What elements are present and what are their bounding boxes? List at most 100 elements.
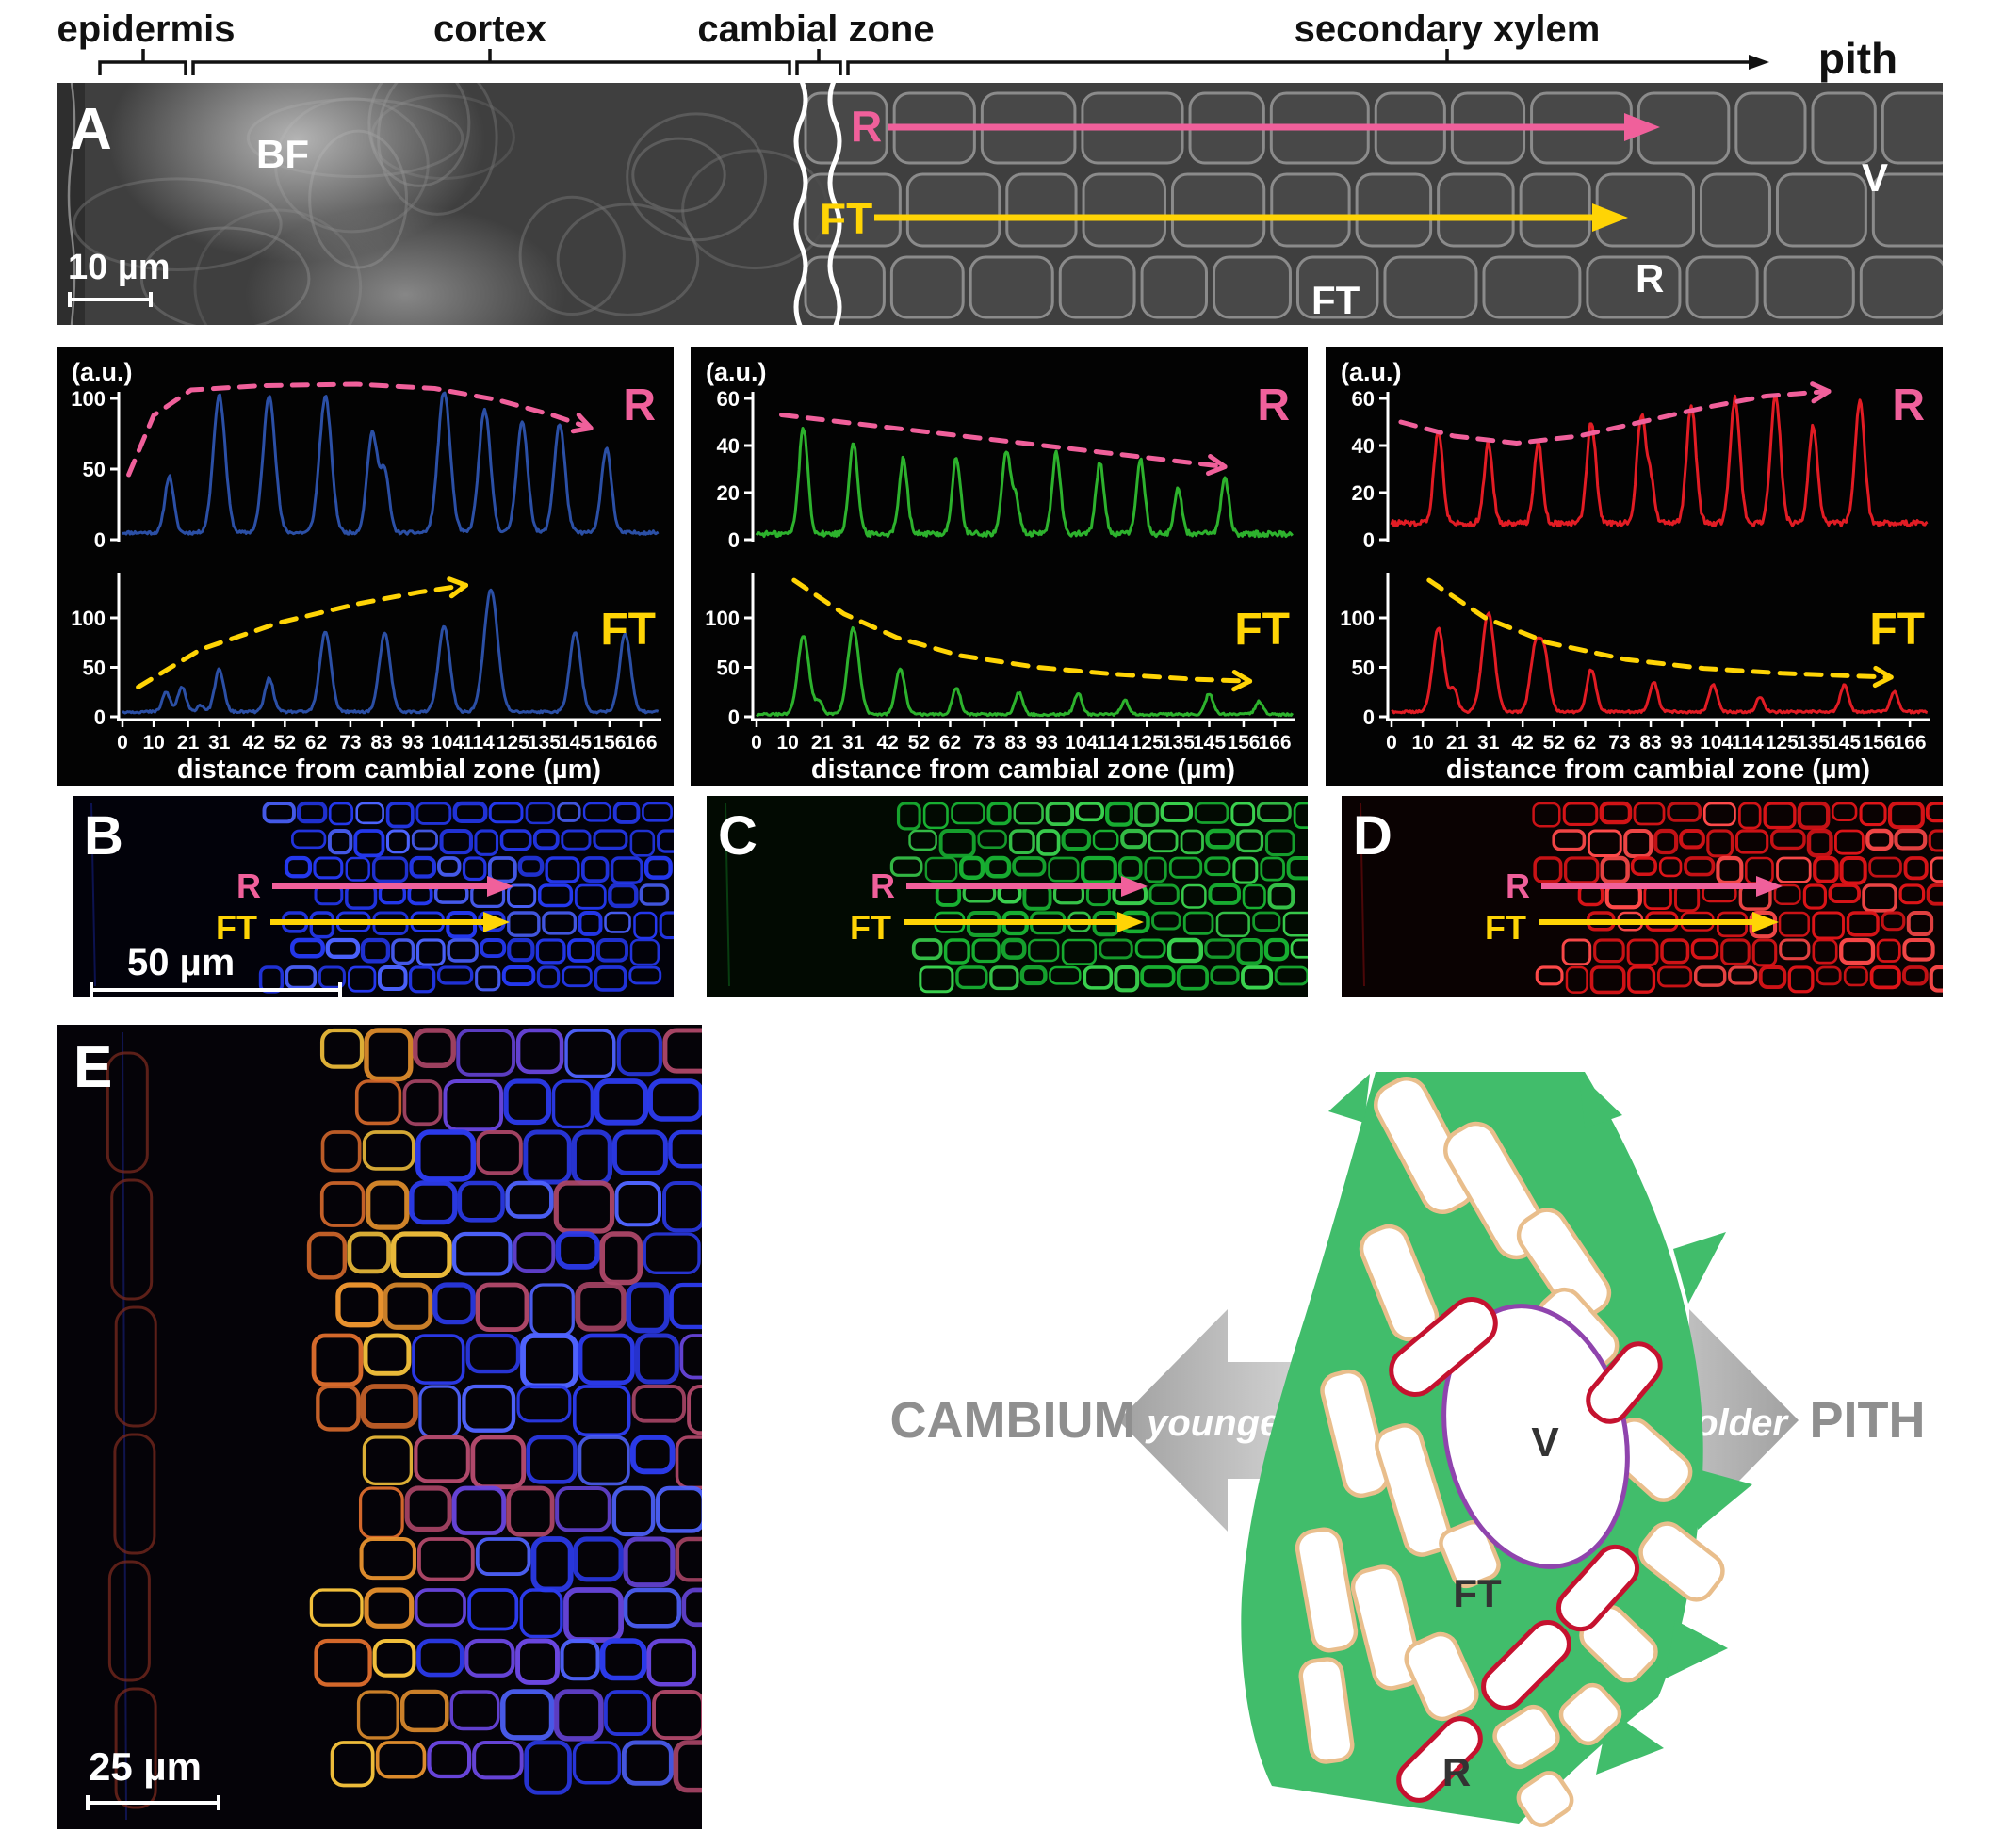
panel-a-r-arrow-label: R xyxy=(851,102,882,151)
svg-text:(a.u.): (a.u.) xyxy=(72,358,133,386)
svg-text:156: 156 xyxy=(593,732,626,754)
svg-text:10: 10 xyxy=(776,732,798,754)
diagram-v-label: V xyxy=(1531,1419,1559,1466)
svg-text:0: 0 xyxy=(728,528,740,552)
svg-text:distance from cambial zone (µm: distance from cambial zone (µm) xyxy=(811,754,1235,785)
svg-text:104: 104 xyxy=(1065,732,1098,754)
svg-text:135: 135 xyxy=(1162,732,1195,754)
panel-d-r-label: R xyxy=(1506,867,1530,905)
svg-text:21: 21 xyxy=(177,732,200,754)
svg-text:50: 50 xyxy=(83,458,106,481)
svg-text:10: 10 xyxy=(142,732,164,754)
svg-text:R: R xyxy=(623,381,656,430)
panel-e-letter: E xyxy=(73,1035,112,1100)
svg-text:125: 125 xyxy=(1131,732,1164,754)
chart-profile-blue: (a.u.)100500R100500FT0102131425262738393… xyxy=(57,347,674,786)
figure-canvas: epidermis cortex cambial zone secondary … xyxy=(0,0,2003,1848)
svg-text:20: 20 xyxy=(1352,481,1375,505)
svg-text:52: 52 xyxy=(1543,732,1565,754)
svg-text:93: 93 xyxy=(402,732,424,754)
svg-text:0: 0 xyxy=(94,528,106,552)
label-epidermis: epidermis xyxy=(57,8,236,50)
svg-text:(a.u.): (a.u.) xyxy=(706,358,767,386)
panel-a-scalebar-label: 10 µm xyxy=(68,248,171,287)
svg-text:42: 42 xyxy=(1512,732,1534,754)
panel-c-ft-label: FT xyxy=(850,908,891,947)
svg-text:21: 21 xyxy=(1446,732,1469,754)
svg-text:114: 114 xyxy=(1732,732,1764,754)
svg-text:114: 114 xyxy=(1097,732,1129,754)
label-cortex: cortex xyxy=(433,8,546,50)
panel-a-v-cell-label: V xyxy=(1862,155,1888,200)
svg-text:145: 145 xyxy=(559,732,592,754)
svg-text:100: 100 xyxy=(71,387,106,411)
svg-text:93: 93 xyxy=(1671,732,1693,754)
label-pith: pith xyxy=(1818,34,1897,83)
svg-text:0: 0 xyxy=(117,732,128,754)
label-secondary-xylem: secondary xylem xyxy=(1295,8,1601,50)
panel-d-letter: D xyxy=(1353,805,1392,867)
svg-text:125: 125 xyxy=(1766,732,1799,754)
svg-text:42: 42 xyxy=(243,732,265,754)
panel-a-ft-cell-label: FT xyxy=(1311,278,1360,322)
panel-d-micrograph: D R FT xyxy=(1342,796,1943,997)
svg-text:20: 20 xyxy=(717,481,740,505)
svg-text:145: 145 xyxy=(1828,732,1861,754)
svg-text:distance from cambial zone (µm: distance from cambial zone (µm) xyxy=(177,754,601,785)
diagram-pith-label: PITH xyxy=(1809,1392,1925,1449)
panel-b-scalebar-label: 50 µm xyxy=(127,942,235,983)
svg-text:0: 0 xyxy=(1363,528,1375,552)
svg-text:60: 60 xyxy=(717,387,740,411)
panel-b-r-label: R xyxy=(236,867,261,905)
diagram-older-label: older xyxy=(1695,1402,1789,1444)
header-region-labels: epidermis cortex cambial zone secondary … xyxy=(0,0,2003,83)
chart-profile-green: (a.u.)6040200R100500FT010213142526273839… xyxy=(691,347,1308,786)
svg-text:60: 60 xyxy=(1352,387,1375,411)
svg-text:0: 0 xyxy=(1386,732,1397,754)
panel-c-micrograph: C R FT xyxy=(707,796,1308,997)
panel-a-r-cell-label: R xyxy=(1636,256,1664,300)
svg-text:FT: FT xyxy=(600,605,656,655)
panel-a-ft-arrow-label: FT xyxy=(820,194,872,243)
svg-text:50: 50 xyxy=(717,657,740,680)
diagram-tissue: V FT R xyxy=(1241,1072,1752,1831)
label-cambial-zone: cambial zone xyxy=(697,8,934,50)
svg-text:52: 52 xyxy=(274,732,296,754)
svg-text:100: 100 xyxy=(1340,607,1375,630)
svg-text:156: 156 xyxy=(1862,732,1895,754)
svg-text:31: 31 xyxy=(842,732,865,754)
svg-text:0: 0 xyxy=(751,732,762,754)
svg-text:31: 31 xyxy=(1477,732,1500,754)
panel-b-ft-label: FT xyxy=(216,908,257,947)
chart-profile-red: (a.u.)6040200R100500FT010213142526273839… xyxy=(1326,347,1943,786)
panel-c-letter: C xyxy=(718,805,757,867)
svg-text:FT: FT xyxy=(1869,605,1925,655)
svg-text:62: 62 xyxy=(939,732,961,754)
svg-text:73: 73 xyxy=(339,732,361,754)
svg-text:166: 166 xyxy=(1894,732,1927,754)
svg-text:135: 135 xyxy=(528,732,561,754)
svg-text:73: 73 xyxy=(1608,732,1630,754)
svg-text:52: 52 xyxy=(908,732,930,754)
svg-text:104: 104 xyxy=(1700,732,1733,754)
svg-text:62: 62 xyxy=(1574,732,1596,754)
svg-text:156: 156 xyxy=(1227,732,1260,754)
panel-a-micrograph: A BF R FT FT R V 10 µm xyxy=(57,83,1943,325)
svg-text:83: 83 xyxy=(370,732,392,754)
panel-e-micrograph: E 25 µm xyxy=(57,1025,702,1829)
svg-text:93: 93 xyxy=(1036,732,1058,754)
panel-e-scalebar-label: 25 µm xyxy=(89,1744,202,1789)
svg-text:21: 21 xyxy=(811,732,834,754)
svg-text:FT: FT xyxy=(1234,605,1290,655)
svg-text:114: 114 xyxy=(463,732,495,754)
panel-c-r-label: R xyxy=(871,867,895,905)
svg-text:R: R xyxy=(1257,381,1290,430)
diagram-cambium-label: CAMBIUM xyxy=(890,1392,1136,1449)
svg-text:145: 145 xyxy=(1193,732,1226,754)
svg-text:125: 125 xyxy=(497,732,529,754)
diagram-ft-label: FT xyxy=(1453,1571,1502,1615)
diagram-r-label: R xyxy=(1442,1750,1471,1794)
svg-text:R: R xyxy=(1892,381,1925,430)
svg-text:166: 166 xyxy=(625,732,658,754)
svg-text:166: 166 xyxy=(1259,732,1292,754)
